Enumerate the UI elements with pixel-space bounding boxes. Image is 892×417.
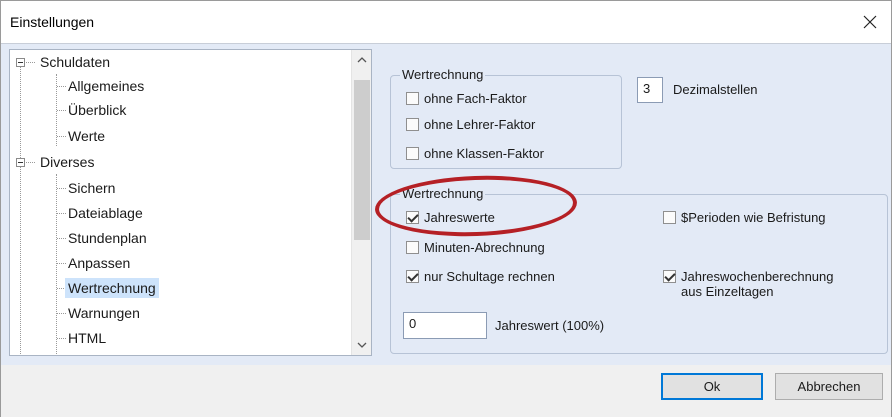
jahreswert-label: Jahreswert (100%) [495, 318, 605, 333]
checkbox-label: $Perioden wie Befristung [681, 210, 826, 225]
tree-item-label: Wertrechnung [65, 278, 159, 298]
tree-connector [57, 238, 66, 239]
checkbox-label: ohne Klassen-Faktor [424, 146, 544, 161]
tree-connector [57, 86, 66, 87]
group-legend: Wertrechnung [400, 67, 486, 82]
chevron-down-icon [357, 342, 367, 348]
cancel-button[interactable]: Abbrechen [775, 373, 883, 400]
dezimalstellen-label: Dezimalstellen [673, 82, 758, 97]
checkbox-box[interactable] [406, 241, 419, 254]
close-icon [863, 15, 877, 29]
checkbox-box[interactable] [406, 147, 419, 160]
tree-connector [57, 338, 66, 339]
checkbox-box[interactable] [406, 118, 419, 131]
scroll-thumb[interactable] [354, 80, 370, 240]
tree-connector [57, 313, 66, 314]
ohne-fach-faktor-checkbox[interactable]: ohne Fach-Faktor [406, 91, 527, 106]
tree-item-werte[interactable]: Werte [68, 124, 105, 148]
tree-item-html[interactable]: HTML [68, 326, 106, 350]
checkbox-label: Jahreswochenberechnung aus Einzeltagen [681, 269, 834, 299]
scroll-up-button[interactable] [352, 50, 371, 70]
tree-item-label: Anpassen [68, 255, 131, 271]
scroll-down-button[interactable] [352, 335, 371, 355]
tree-item-wertrechnung[interactable]: Wertrechnung [65, 276, 159, 300]
chevron-up-icon [357, 57, 367, 63]
tree-connector [57, 213, 66, 214]
jahreswert-input[interactable]: 0 [403, 312, 487, 339]
tree-item-allgemeines[interactable]: Allgemeines [68, 74, 144, 98]
checkbox-label: Minuten-Abrechnung [424, 240, 545, 255]
tree-item-anpassen[interactable]: Anpassen [68, 251, 130, 275]
tree-connector [57, 110, 66, 111]
tree-item-label: Werte [68, 128, 106, 144]
checkbox-label: Jahreswerte [424, 210, 495, 225]
nur-schultage-checkbox[interactable]: nur Schultage rechnen [406, 269, 555, 284]
checkbox-label: ohne Lehrer-Faktor [424, 117, 536, 132]
collapse-icon[interactable] [16, 58, 25, 67]
checkbox-label: nur Schultage rechnen [424, 269, 555, 284]
ohne-klassen-faktor-checkbox[interactable]: ohne Klassen-Faktor [406, 146, 544, 161]
checkbox-label: ohne Fach-Faktor [424, 91, 527, 106]
jahreswochenberechnung-checkbox[interactable]: Jahreswochenberechnung aus Einzeltagen [663, 269, 834, 299]
tree-item-dateiablage[interactable]: Dateiablage [68, 201, 143, 225]
tree-scrollbar[interactable] [351, 50, 371, 355]
close-button[interactable] [855, 7, 885, 37]
window-title: Einstellungen [10, 14, 95, 30]
tree-item-warnungen[interactable]: Warnungen [68, 301, 140, 325]
perioden-befristung-checkbox[interactable]: $Perioden wie Befristung [663, 210, 826, 225]
ohne-lehrer-faktor-checkbox[interactable]: ohne Lehrer-Faktor [406, 117, 535, 132]
ok-button[interactable]: Ok [661, 373, 763, 400]
settings-tree[interactable]: Schuldaten Allgemeines Überblick Werte D… [9, 49, 372, 356]
tree-item-label: Diverses [40, 154, 95, 170]
checkbox-box[interactable] [663, 270, 676, 283]
dezimalstellen-input[interactable]: 3 [637, 77, 663, 103]
tree-item-label: Sichern [68, 180, 116, 196]
minuten-abrechnung-checkbox[interactable]: Minuten-Abrechnung [406, 240, 545, 255]
tree-item-label: Warnungen [68, 305, 140, 321]
dialog-body: Schuldaten Allgemeines Überblick Werte D… [1, 43, 891, 365]
checkbox-label-line: Jahreswochenberechnung [681, 269, 834, 284]
dialog-footer: Ok Abbrechen [1, 365, 891, 417]
tree-connector [26, 162, 35, 163]
tree-connector [26, 62, 35, 63]
tree-item-label: Schuldaten [40, 54, 111, 70]
tree-item-label: HTML [68, 330, 107, 346]
tree-connector [57, 188, 66, 189]
tree-item-ueberblick[interactable]: Überblick [68, 98, 126, 122]
tree-item-stundenplan[interactable]: Stundenplan [68, 226, 147, 250]
tree-item-schuldaten[interactable]: Schuldaten [40, 50, 110, 74]
checkbox-label-line: aus Einzeltagen [681, 284, 774, 299]
collapse-icon[interactable] [16, 158, 25, 167]
tree-connector [57, 263, 66, 264]
tree-connector [20, 162, 21, 355]
group-legend: Wertrechnung [400, 186, 486, 201]
title-bar: Einstellungen [1, 1, 891, 43]
checkbox-box[interactable] [406, 92, 419, 105]
tree-connector [57, 136, 66, 137]
checkbox-box[interactable] [663, 211, 676, 224]
settings-dialog: Einstellungen Schuldaten Allgemeines Übe… [0, 0, 892, 417]
tree-connector [20, 62, 21, 160]
tree-item-label: Stundenplan [68, 230, 147, 246]
tree-item-label: Dateiablage [68, 205, 143, 221]
jahreswerte-checkbox[interactable]: Jahreswerte [406, 210, 495, 225]
tree-item-label: Überblick [68, 102, 127, 118]
checkbox-box[interactable] [406, 211, 419, 224]
tree-item-diverses[interactable]: Diverses [40, 150, 94, 174]
tree-item-sichern[interactable]: Sichern [68, 176, 115, 200]
tree-item-label: Allgemeines [68, 78, 145, 94]
checkbox-box[interactable] [406, 270, 419, 283]
tree-connector [56, 174, 57, 354]
